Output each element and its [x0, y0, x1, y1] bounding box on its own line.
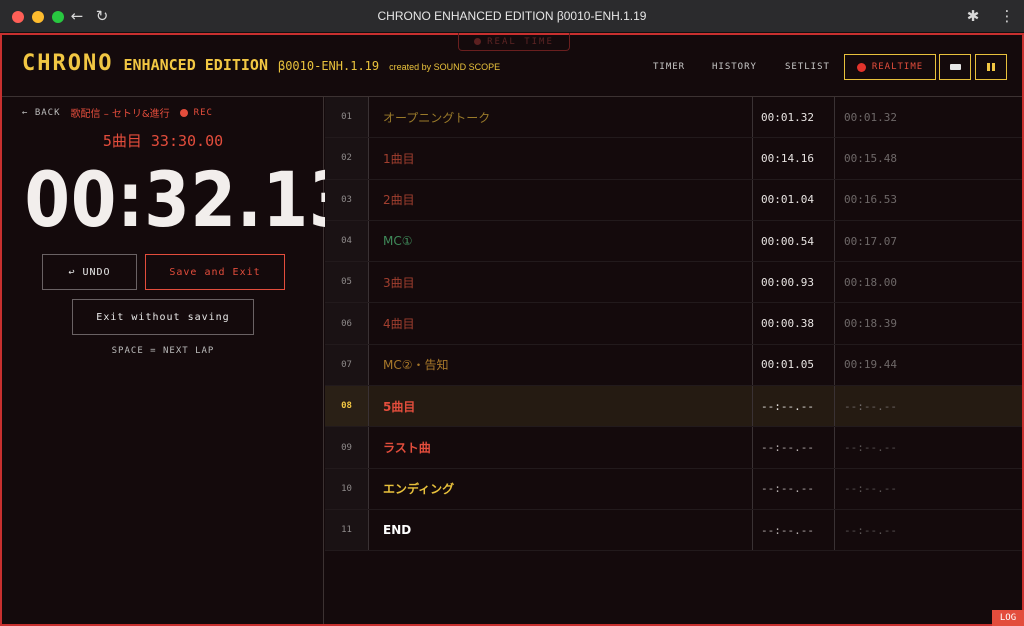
realtime-button[interactable]: REALTIME [844, 54, 936, 80]
total-time: 00:15.48 [834, 138, 1022, 179]
rec-indicator: REC [179, 107, 213, 118]
current-song-label: 5曲目 33:30.00 [102, 132, 224, 150]
total-time: --:--.-- [834, 427, 1022, 468]
total-time: 00:18.39 [834, 303, 1022, 344]
setlist-row[interactable]: 02 1曲目 00:14.16 00:15.48 [325, 138, 1022, 180]
total-time: --:--.-- [834, 386, 1022, 427]
song-name: ラスト曲 [383, 441, 431, 456]
lap-time: 00:00.54 [752, 220, 834, 262]
setlist-row[interactable]: 09 ラスト曲 --:--.-- --:--.-- [325, 427, 1022, 469]
song-name: 4曲目 [383, 317, 415, 332]
setlist-row[interactable]: 10 エンディング --:--.-- --:--.-- [325, 468, 1022, 510]
browser-toolbar: ← ↻ CHRONO ENHANCED EDITION β0010-ENH.1.… [0, 0, 1024, 33]
setlist-row[interactable]: 05 3曲目 00:00.93 00:18.00 [325, 262, 1022, 304]
lap-timer-display: 00:32.13 [24, 155, 356, 244]
setlist-row[interactable]: 01 オープニングトーク 00:01.32 00:01.32 [325, 97, 1022, 139]
lap-time: --:--.-- [752, 468, 834, 509]
realtime-label: REALTIME [871, 62, 924, 72]
version-label: β0010-ENH.1.19 [277, 59, 380, 73]
extensions-puzzle-icon[interactable]: ✱ [964, 7, 982, 25]
row-number: 10 [325, 468, 369, 509]
back-link[interactable]: ← BACK [22, 108, 61, 118]
lap-time: 00:00.93 [752, 262, 834, 303]
song-name: エンディング [383, 482, 455, 497]
window-title: CHRONO ENHANCED EDITION β0010-ENH.1.19 [377, 9, 647, 23]
row-number: 07 [325, 344, 369, 386]
song-name: 2曲目 [383, 193, 415, 208]
lap-time: --:--.-- [752, 509, 834, 551]
total-time: 00:16.53 [834, 179, 1022, 220]
timer-panel: ← BACK 歌配信 – セトリ&進行 REC 5曲目 33:30.00 00:… [2, 97, 356, 624]
lap-time: 00:00.38 [752, 303, 834, 344]
show-header: ← BACK 歌配信 – セトリ&進行 REC [22, 105, 213, 121]
lap-time: --:--.-- [752, 386, 834, 427]
row-number: 03 [325, 179, 369, 220]
setlist-row[interactable]: 06 4曲目 00:00.38 00:18.39 [325, 303, 1022, 345]
setlist-row[interactable]: 04 MC① 00:00.54 00:17.07 [325, 220, 1022, 263]
total-time: 00:18.00 [834, 262, 1022, 303]
setlist-row[interactable]: 03 2曲目 00:01.04 00:16.53 [325, 179, 1022, 221]
row-number: 09 [325, 427, 369, 468]
row-number: 06 [325, 303, 369, 344]
more-menu-icon[interactable]: ⋮ [998, 7, 1016, 25]
song-name: 3曲目 [383, 275, 415, 290]
app-logo: CHRONO ENHANCED EDITION β0010-ENH.1.19 c… [22, 51, 500, 76]
song-name: MC① [383, 234, 413, 249]
show-title: 歌配信 – セトリ&進行 [70, 109, 170, 120]
setlist-row[interactable]: 08 5曲目 --:--.-- --:--.-- [325, 386, 1022, 428]
song-name: MC②・告知 [383, 358, 449, 373]
row-number: 11 [325, 509, 369, 551]
total-time: 00:01.32 [834, 97, 1022, 138]
save-and-exit-button[interactable]: Save and Exit [145, 254, 285, 290]
setlist-row[interactable]: 11 END --:--.-- --:--.-- [325, 509, 1022, 552]
lap-time: 00:01.05 [752, 344, 834, 386]
song-name: 1曲目 [383, 151, 415, 166]
undo-button[interactable]: ↩ UNDO [42, 254, 137, 290]
rec-dot-icon [179, 108, 188, 117]
nav-setlist[interactable]: SETLIST [785, 62, 830, 72]
logo-main: CHRONO [22, 51, 114, 76]
total-time: --:--.-- [834, 509, 1022, 551]
row-number: 08 [325, 386, 369, 427]
lap-time: 00:14.16 [752, 138, 834, 179]
realtime-tab[interactable]: REAL TIME [458, 33, 570, 51]
rec-label: REC [193, 107, 213, 118]
nav-history[interactable]: HISTORY [712, 62, 757, 72]
setlist-row[interactable]: 07 MC②・告知 00:01.05 00:19.44 [325, 344, 1022, 387]
total-time: 00:17.07 [834, 220, 1022, 262]
exit-without-saving-button[interactable]: Exit without saving [72, 299, 254, 335]
total-time: --:--.-- [834, 468, 1022, 509]
realtime-tab-label: REAL TIME [487, 36, 554, 47]
lap-time: 00:01.04 [752, 179, 834, 220]
log-button[interactable]: LOG [992, 610, 1024, 626]
total-time: 00:19.44 [834, 344, 1022, 386]
keyboard-icon [949, 64, 961, 70]
pause-button[interactable] [975, 54, 1007, 80]
realtime-dot-icon [474, 38, 482, 45]
keyboard-hint: SPACE = NEXT LAP [111, 346, 215, 356]
nav-timer[interactable]: TIMER [653, 62, 685, 72]
lap-time: 00:01.32 [752, 97, 834, 138]
setlist-table: 01 オープニングトーク 00:01.32 00:01.32 02 1曲目 00:14.16… [325, 97, 1022, 552]
credit-label: created by SOUND SCOPE [389, 62, 501, 72]
song-name: 5曲目 [383, 399, 416, 414]
row-number: 05 [325, 262, 369, 303]
pause-icon [987, 63, 995, 71]
app-frame: CHRONO ENHANCED EDITION β0010-ENH.1.19 c… [0, 33, 1024, 626]
keyboard-button[interactable] [939, 54, 971, 80]
row-number: 04 [325, 220, 369, 262]
record-dot-icon [856, 62, 866, 72]
song-name: オープニングトーク [383, 110, 491, 125]
row-number: 01 [325, 97, 369, 138]
lap-time: --:--.-- [752, 427, 834, 468]
logo-sub: ENHANCED EDITION [123, 56, 268, 74]
row-number: 02 [325, 138, 369, 179]
song-name: END [383, 523, 412, 538]
